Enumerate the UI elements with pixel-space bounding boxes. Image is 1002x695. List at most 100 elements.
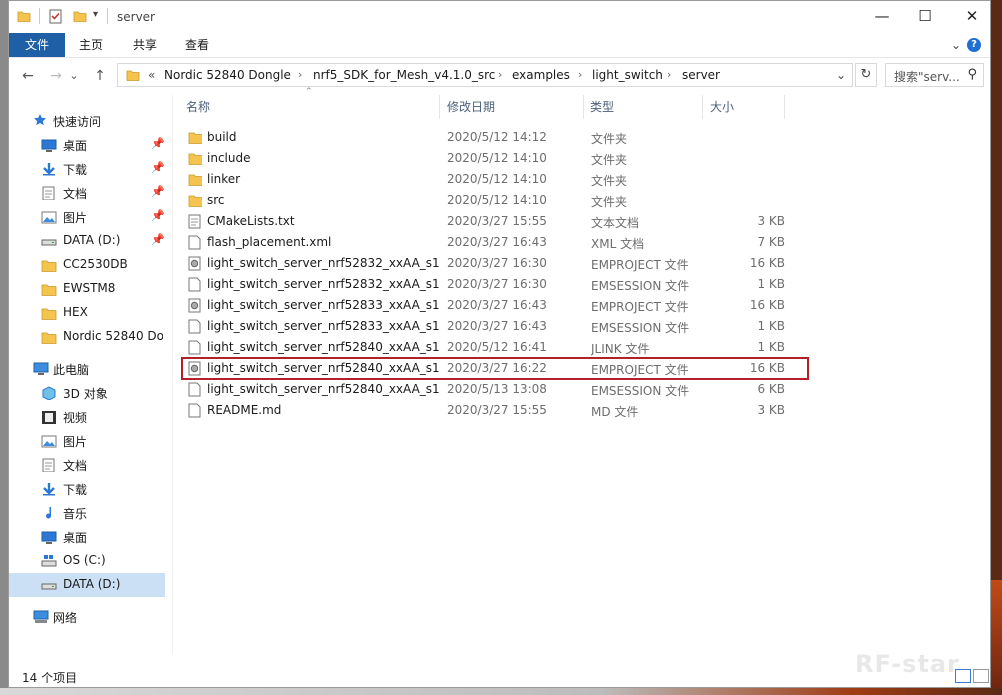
breadcrumb-sdk[interactable]: nrf5_SDK_for_Mesh_v4.1.0_src [313,68,495,82]
pin-icon[interactable]: 📌 [151,161,165,174]
up-button[interactable]: ↑ [89,67,111,85]
address-bar[interactable]: « Nordic 52840 Dongle › nrf5_SDK_for_Mes… [117,63,853,87]
computer-icon [33,362,49,375]
file-type: 文件夹 [591,132,628,146]
pin-icon[interactable]: 📌 [151,209,165,222]
file-row[interactable]: README.md 2020/3/27 15:55 MD 文件 3 KB [181,400,809,421]
file-row[interactable]: light_switch_server_nrf52833_xxAA_s1... 2… [181,295,809,316]
properties-icon[interactable] [49,9,63,24]
file-modified: 2020/3/27 16:30 [447,277,547,291]
sidebar-item[interactable]: 图片 [9,429,165,453]
ribbon-expand-button[interactable]: ⌄ [949,33,963,57]
breadcrumb-examples[interactable]: examples [512,68,570,82]
file-name: build [207,130,237,144]
file-modified: 2020/5/12 14:12 [447,130,547,144]
tab-share[interactable]: 共享 [125,33,165,57]
toolbar-divider [39,8,40,24]
search-input[interactable]: 搜索"serv... [894,68,960,85]
file-row[interactable]: light_switch_server_nrf52832_xxAA_s1... 2… [181,253,809,274]
tab-home[interactable]: 主页 [71,33,111,57]
sidebar-item[interactable]: CC2530DB [9,253,165,277]
sidebar-item[interactable]: 3D 对象 [9,381,165,405]
breadcrumb-separator[interactable]: › [667,68,671,81]
back-button[interactable]: ← [17,67,39,85]
maximize-button[interactable]: ☐ [902,1,948,33]
column-separator[interactable] [439,95,440,119]
file-row[interactable]: build 2020/5/12 14:12 文件夹 [181,127,809,148]
column-size[interactable]: 大小 [710,93,734,121]
sidebar-item[interactable]: DATA (D:) 📌 [9,229,165,253]
sidebar-item[interactable]: EWSTM8 [9,277,165,301]
pin-icon[interactable]: 📌 [151,233,165,246]
column-separator[interactable] [583,95,584,119]
close-button[interactable]: ✕ [949,1,990,33]
file-row[interactable]: light_switch_server_nrf52832_xxAA_s1... 2… [181,274,809,295]
breadcrumb-separator[interactable]: › [498,68,502,81]
new-folder-icon[interactable] [73,9,87,23]
file-name: CMakeLists.txt [207,214,295,228]
sidebar-item[interactable]: 下载 📌 [9,157,165,181]
search-icon[interactable]: ⚲ [967,67,977,82]
pin-icon[interactable]: 📌 [151,185,165,198]
large-icons-view-button[interactable] [973,669,989,683]
refresh-button[interactable]: ↻ [855,63,877,87]
sidebar-item[interactable]: 文档 [9,453,165,477]
sidebar-item[interactable]: DATA (D:) [9,573,165,597]
search-box[interactable]: 搜索"serv... ⚲ [885,63,984,87]
column-separator[interactable] [702,95,703,119]
column-name[interactable]: 名称 [186,93,210,121]
sidebar-item-label: 图片 [63,211,88,225]
file-name: linker [207,172,241,186]
breadcrumb-light-switch[interactable]: light_switch [592,68,663,82]
sidebar-item[interactable]: 视频 [9,405,165,429]
sidebar-item[interactable]: 桌面 📌 [9,133,165,157]
forward-button[interactable]: → [45,67,67,85]
sidebar-item[interactable]: 桌面 [9,525,165,549]
sidebar-item[interactable]: Nordic 52840 Dor [9,325,165,349]
file-row[interactable]: include 2020/5/12 14:10 文件夹 [181,148,809,169]
sidebar-network[interactable]: 网络 [9,605,165,629]
sidebar-item[interactable]: 文档 📌 [9,181,165,205]
ribbon-tabs: 文件 主页 共享 查看 ⌄ ? [9,33,990,58]
sidebar-quick-access[interactable]: 快速访问 [9,109,165,133]
sidebar-item[interactable]: HEX [9,301,165,325]
address-dropdown-button[interactable]: ⌄ [836,68,846,82]
file-row[interactable]: light_switch_server_nrf52840_xxAA_s1... 2… [181,379,809,400]
sidebar-item[interactable]: 音乐 [9,501,165,525]
file-row[interactable]: src 2020/5/12 14:10 文件夹 [181,190,809,211]
breadcrumb-nordic-dongle[interactable]: Nordic 52840 Dongle [164,68,291,82]
recent-locations-button[interactable]: ⌄ [67,67,81,85]
tab-file[interactable]: 文件 [9,33,65,57]
sidebar-item[interactable]: OS (C:) [9,549,165,573]
quick-access-dropdown[interactable]: ▾ [93,9,98,20]
sidebar-item[interactable]: 下载 [9,477,165,501]
column-modified[interactable]: 修改日期 [447,93,495,121]
minimize-button[interactable]: — [859,1,905,33]
breadcrumb-separator[interactable]: › [578,68,582,81]
breadcrumb-separator[interactable]: › [298,68,302,81]
document-icon [42,458,55,472]
pane-divider[interactable] [172,95,173,655]
sidebar-item[interactable]: 图片 📌 [9,205,165,229]
breadcrumb-overflow[interactable]: « [148,68,155,82]
file-name: light_switch_server_nrf52833_xxAA_s1... [207,319,439,333]
column-separator[interactable] [784,95,785,119]
file-row[interactable]: light_switch_server_nrf52840_xxAA_s1... 2… [181,337,809,358]
file-name: src [207,193,225,207]
breadcrumb-server[interactable]: server [682,68,720,82]
watermark: RF-star [855,650,960,678]
sidebar-item-label: 3D 对象 [63,387,108,401]
file-row[interactable]: light_switch_server_nrf52833_xxAA_s1... 2… [181,316,809,337]
pin-icon[interactable]: 📌 [151,137,165,150]
network-icon [33,610,49,623]
file-modified: 2020/5/13 13:08 [447,382,547,396]
file-row[interactable]: linker 2020/5/12 14:10 文件夹 [181,169,809,190]
file-modified: 2020/5/12 16:41 [447,340,547,354]
column-type[interactable]: 类型 [590,93,614,121]
tab-view[interactable]: 查看 [177,33,217,57]
file-row[interactable]: CMakeLists.txt 2020/3/27 15:55 文本文档 3 KB [181,211,809,232]
file-row[interactable]: flash_placement.xml 2020/3/27 16:43 XML 文档… [181,232,809,253]
file-size: 1 KB [757,277,785,291]
help-button[interactable]: ? [967,38,981,52]
sidebar-this-pc[interactable]: 此电脑 [9,357,165,381]
